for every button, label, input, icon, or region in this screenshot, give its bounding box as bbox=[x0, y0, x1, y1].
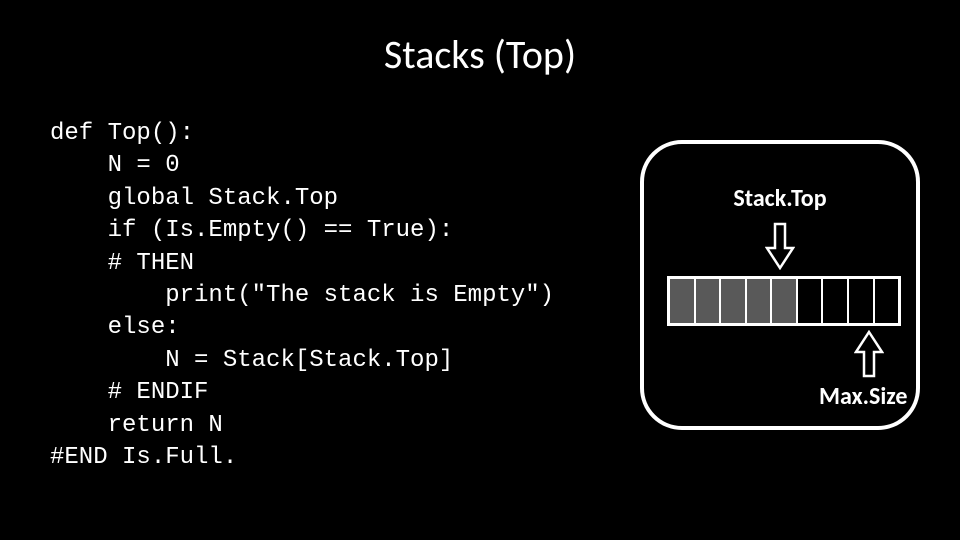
array-cell bbox=[747, 279, 773, 323]
array-cell bbox=[772, 279, 798, 323]
code-line: global Stack.Top bbox=[50, 185, 338, 212]
arrow-down-icon bbox=[765, 222, 795, 270]
code-line: if (Is.Empty() == True): bbox=[50, 217, 453, 244]
code-line: # ENDIF bbox=[50, 379, 208, 406]
slide-title: Stacks (Top) bbox=[0, 30, 960, 79]
code-line: return N bbox=[50, 412, 223, 439]
array-cell bbox=[875, 279, 899, 323]
code-line: def Top(): bbox=[50, 120, 194, 147]
code-line: N = Stack[Stack.Top] bbox=[50, 347, 453, 374]
stack-diagram: Stack.Top Max.Size bbox=[640, 140, 920, 430]
code-block: def Top(): N = 0 global Stack.Top if (Is… bbox=[50, 118, 554, 474]
array-cell bbox=[849, 279, 875, 323]
code-line: #END Is.Full. bbox=[50, 444, 237, 471]
array-cell bbox=[823, 279, 849, 323]
array-cell bbox=[721, 279, 747, 323]
array-cell bbox=[696, 279, 722, 323]
code-line: N = 0 bbox=[50, 152, 180, 179]
stack-array bbox=[667, 276, 901, 326]
array-cell bbox=[798, 279, 824, 323]
code-line: print("The stack is Empty") bbox=[50, 282, 554, 309]
stack-top-label: Stack.Top bbox=[644, 184, 916, 213]
arrow-up-icon bbox=[854, 330, 884, 378]
code-line: else: bbox=[50, 314, 180, 341]
array-cell bbox=[670, 279, 696, 323]
max-size-label: Max.Size bbox=[819, 382, 907, 411]
code-line: # THEN bbox=[50, 250, 194, 277]
